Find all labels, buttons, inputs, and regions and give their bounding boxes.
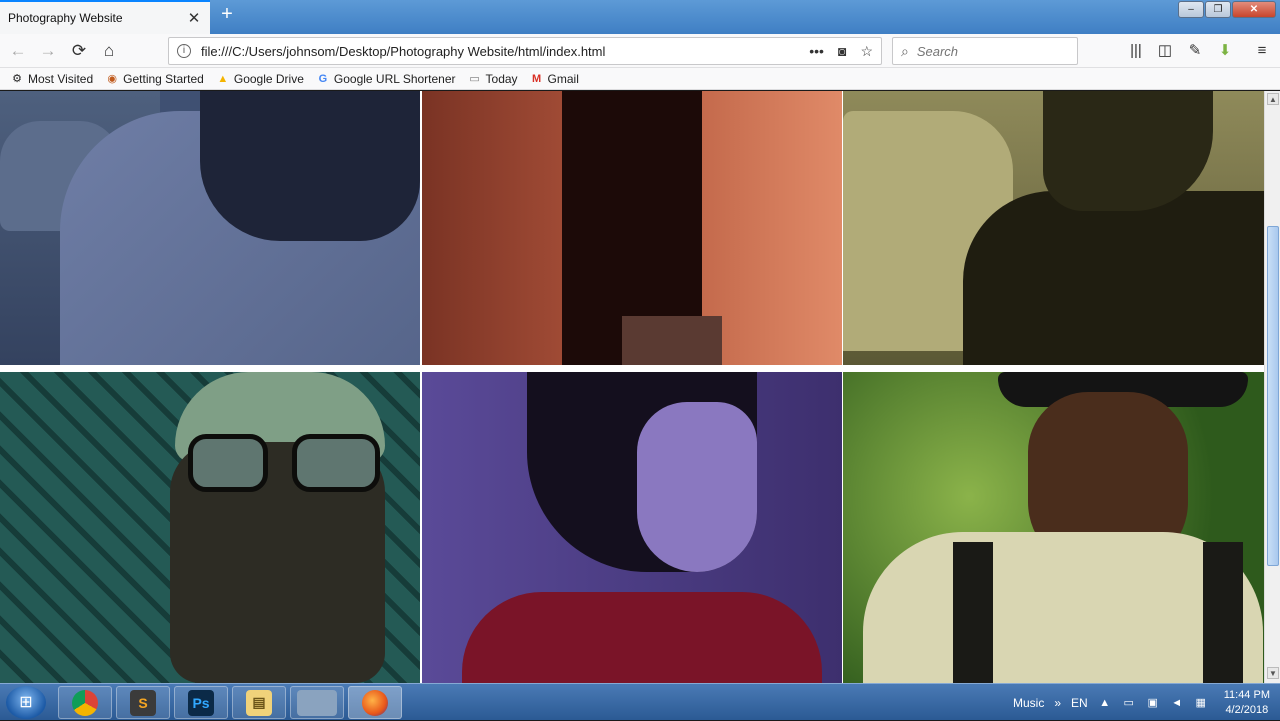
photoshop-icon: Ps bbox=[188, 689, 214, 716]
home-icon[interactable]: ⌂ bbox=[97, 39, 121, 63]
glasses-left-shape bbox=[188, 434, 268, 492]
bookmark-label: Google URL Shortener bbox=[333, 71, 456, 86]
gallery-photo-3[interactable] bbox=[843, 91, 1264, 365]
system-tray: Music » EN ▲ ▭ ▣ ◄ ▦ 11:44 PM 4/2/2018 bbox=[1013, 684, 1280, 721]
bookmark-label: Most Visited bbox=[28, 71, 94, 86]
clock-time: 11:44 PM bbox=[1223, 688, 1270, 701]
bookmark-label: Gmail bbox=[547, 71, 579, 86]
device-icon[interactable]: ▣ bbox=[1146, 696, 1160, 709]
reload-icon[interactable]: ⟳ bbox=[67, 39, 91, 63]
gallery-photo-6[interactable] bbox=[843, 372, 1264, 683]
search-icon: ⌕ bbox=[901, 42, 909, 59]
back-arrow-icon[interactable]: ← bbox=[6, 39, 30, 63]
language-indicator[interactable]: EN bbox=[1071, 696, 1088, 710]
download-icon[interactable]: ⬇ bbox=[1213, 39, 1237, 63]
bookmark-star-icon[interactable]: ☆ bbox=[860, 43, 873, 60]
bookmark-google-drive[interactable]: ▲ Google Drive bbox=[216, 71, 304, 86]
scrollbar-thumb[interactable] bbox=[1267, 226, 1279, 566]
bookmark-label: Google Drive bbox=[233, 71, 304, 86]
bookmark-gmail[interactable]: M Gmail bbox=[530, 72, 579, 86]
gear-icon: ⚙ bbox=[12, 73, 22, 85]
taskbar-window[interactable] bbox=[290, 686, 344, 719]
gallery-photo-2[interactable] bbox=[422, 91, 842, 365]
navigation-toolbar: ← → ⟳ ⌂ i file:///C:/Users/johnsom/Deskt… bbox=[0, 34, 1280, 68]
taskbar-firefox[interactable] bbox=[348, 686, 402, 719]
minimize-button[interactable]: – bbox=[1178, 1, 1204, 18]
site-info-icon[interactable]: i bbox=[177, 44, 191, 58]
volume-muted-icon[interactable]: ◄ bbox=[1170, 697, 1184, 709]
bookmark-label: Today bbox=[485, 71, 518, 86]
coat-right-shape bbox=[702, 91, 842, 365]
maximize-button[interactable]: ❐ bbox=[1205, 1, 1231, 18]
folder-icon: ▭ bbox=[469, 73, 480, 85]
action-center-icon[interactable]: ▭ bbox=[1122, 696, 1136, 709]
page-actions-icon[interactable]: ••• bbox=[809, 43, 824, 59]
gmail-icon: M bbox=[531, 72, 542, 85]
face-shape bbox=[637, 402, 757, 572]
vertical-scrollbar[interactable]: ▲ ▼ bbox=[1264, 91, 1280, 683]
url-bar[interactable]: i file:///C:/Users/johnsom/Desktop/Photo… bbox=[168, 37, 882, 65]
taskbar-sublime-text[interactable]: S bbox=[116, 686, 170, 719]
shirt-shape bbox=[462, 592, 822, 683]
url-text[interactable]: file:///C:/Users/johnsom/Desktop/Photogr… bbox=[201, 44, 795, 59]
hair-shape bbox=[200, 91, 420, 241]
new-tab-button[interactable]: + bbox=[216, 4, 238, 26]
bookmark-google-url-shortener[interactable]: G Google URL Shortener bbox=[316, 72, 456, 86]
taskbar-photoshop[interactable]: Ps bbox=[174, 686, 228, 719]
tab-close-icon[interactable]: ✕ bbox=[186, 9, 202, 27]
search-input[interactable] bbox=[916, 43, 1057, 59]
google-icon: G bbox=[318, 72, 328, 85]
windows-taskbar: ⊞ S Ps ▤ Music » EN ▲ ▭ ▣ ◄ ▦ 11:44 PM 4… bbox=[0, 683, 1280, 720]
library-icon[interactable]: ||| bbox=[1124, 39, 1148, 63]
backpack-strap-left bbox=[953, 542, 993, 683]
taskbar-chrome[interactable] bbox=[58, 686, 112, 719]
chrome-icon bbox=[72, 689, 98, 716]
tab-title: Photography Website bbox=[8, 11, 123, 25]
start-button[interactable]: ⊞ bbox=[6, 686, 46, 719]
page-viewport bbox=[0, 91, 1264, 683]
taskbar-file-explorer[interactable]: ▤ bbox=[232, 686, 286, 719]
tab-photography-website[interactable]: Photography Website ✕ bbox=[0, 0, 210, 34]
forward-arrow-icon[interactable]: → bbox=[36, 39, 60, 63]
clock-date: 4/2/2018 bbox=[1225, 703, 1269, 716]
toolbar-expand-icon[interactable]: » bbox=[1054, 696, 1061, 710]
backpack-strap-right bbox=[1203, 542, 1243, 683]
file-explorer-icon: ▤ bbox=[246, 689, 272, 716]
google-drive-icon: ▲ bbox=[217, 72, 229, 85]
close-button[interactable]: ✕ bbox=[1232, 1, 1276, 18]
bookmarks-toolbar: ⚙ Most Visited ◉ Getting Started ▲ Googl… bbox=[0, 68, 1280, 90]
bookmark-today[interactable]: ▭ Today bbox=[468, 71, 518, 86]
browser-titlebar: Photography Website ✕ + – ❐ ✕ bbox=[0, 0, 1280, 34]
blank-window-icon bbox=[297, 689, 337, 716]
bookmark-most-visited[interactable]: ⚙ Most Visited bbox=[10, 72, 93, 86]
coat-left-shape bbox=[422, 91, 572, 365]
bookmark-label: Getting Started bbox=[123, 71, 204, 86]
legs-shape bbox=[963, 191, 1264, 365]
bookmark-getting-started[interactable]: ◉ Getting Started bbox=[105, 72, 204, 86]
glasses-right-shape bbox=[292, 434, 380, 492]
firefox-icon: ◉ bbox=[107, 73, 117, 85]
music-toolbar-label[interactable]: Music bbox=[1013, 696, 1044, 710]
clock[interactable]: 11:44 PM 4/2/2018 bbox=[1224, 688, 1270, 718]
menu-icon[interactable]: ≡ bbox=[1250, 39, 1274, 63]
window-controls: – ❐ ✕ bbox=[1178, 1, 1276, 18]
firefox-icon bbox=[362, 689, 388, 716]
search-box[interactable]: ⌕ bbox=[892, 37, 1078, 65]
scroll-up-icon[interactable]: ▲ bbox=[1267, 93, 1279, 105]
sublime-text-icon: S bbox=[130, 689, 156, 716]
show-hidden-icons-icon[interactable]: ▲ bbox=[1098, 697, 1112, 709]
network-icon[interactable]: ▦ bbox=[1194, 696, 1208, 709]
scroll-down-icon[interactable]: ▼ bbox=[1267, 667, 1279, 679]
pocket-icon[interactable]: ◙ bbox=[838, 43, 846, 59]
eyedropper-icon[interactable]: ✎ bbox=[1183, 39, 1207, 63]
gallery-photo-4[interactable] bbox=[0, 372, 420, 683]
sidebar-icon[interactable]: ◫ bbox=[1153, 39, 1177, 63]
gallery-photo-5[interactable] bbox=[422, 372, 842, 683]
gallery-photo-1[interactable] bbox=[0, 91, 420, 365]
belt-shape bbox=[622, 316, 722, 365]
